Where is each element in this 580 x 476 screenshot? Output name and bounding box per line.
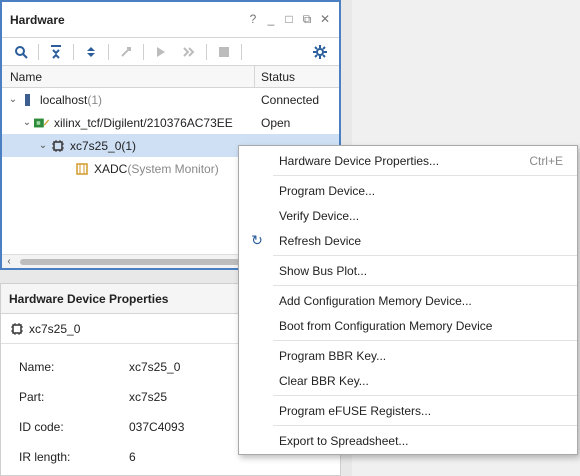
menu-item-program-device[interactable]: Program Device... <box>239 178 577 203</box>
tree-row-localhost[interactable]: ⌄ localhost (1) Connected <box>2 88 339 111</box>
help-icon[interactable]: ? <box>247 12 259 27</box>
context-menu: Hardware Device Properties... Ctrl+E Pro… <box>238 145 578 455</box>
hardware-panel-title: Hardware <box>10 12 65 27</box>
menu-item-hardware-device-properties[interactable]: Hardware Device Properties... Ctrl+E <box>239 148 577 173</box>
property-value: 037C4093 <box>129 420 185 434</box>
refresh-icon: ↻ <box>251 232 263 248</box>
toolbar-separator <box>73 43 74 60</box>
stop-icon[interactable] <box>211 41 237 63</box>
menu-separator <box>273 395 577 396</box>
auto-connect-icon[interactable] <box>113 41 139 63</box>
xadc-icon <box>74 162 90 176</box>
tree-row-target[interactable]: ⌄ xilinx_tcf/Digilent/210376AC73EE Open <box>2 111 339 134</box>
collapse-all-icon[interactable] <box>43 41 69 63</box>
hardware-panel-header: Hardware ? _ □ ⧉ ✕ <box>2 2 339 38</box>
chip-icon <box>9 322 25 336</box>
panel-header-icons: ? _ □ ⧉ ✕ <box>247 12 331 27</box>
tree-row-count: (1) <box>121 138 137 153</box>
menu-separator <box>273 255 577 256</box>
tree-column-headers: Name Status <box>2 66 339 88</box>
property-value: 6 <box>129 450 136 464</box>
tree-row-label: xilinx_tcf/Digilent/210376AC73EE <box>54 115 233 130</box>
menu-item-refresh-device[interactable]: ↻ Refresh Device <box>239 228 577 253</box>
menu-item-boot-from-config-memory[interactable]: Boot from Configuration Memory Device <box>239 313 577 338</box>
menu-item-show-bus-plot[interactable]: Show Bus Plot... <box>239 258 577 283</box>
properties-device-name: xc7s25_0 <box>29 321 81 336</box>
chevron-down-icon[interactable]: ⌄ <box>36 140 50 151</box>
toolbar-separator <box>38 43 39 60</box>
property-key: IR length: <box>19 450 71 464</box>
menu-item-program-efuse[interactable]: Program eFUSE Registers... <box>239 398 577 423</box>
tree-row-label: localhost <box>40 92 88 107</box>
property-value: xc7s25_0 <box>129 360 181 374</box>
toolbar-separator <box>143 43 144 60</box>
tree-row-suffix: (System Monitor) <box>127 161 219 176</box>
expand-all-icon[interactable] <box>78 41 104 63</box>
property-value: xc7s25 <box>129 390 168 404</box>
menu-separator <box>273 285 577 286</box>
property-key: ID code: <box>19 420 64 434</box>
float-icon[interactable]: ⧉ <box>301 12 313 27</box>
menu-separator <box>273 340 577 341</box>
server-icon <box>20 93 36 107</box>
tree-row-label: XADC <box>94 161 128 176</box>
property-key: Part: <box>19 390 45 404</box>
scroll-left-icon[interactable]: ‹ <box>2 256 16 267</box>
toolbar-separator <box>241 43 242 60</box>
minimize-icon[interactable]: _ <box>265 12 277 27</box>
close-icon[interactable]: ✕ <box>319 12 331 27</box>
menu-item-program-bbr-key[interactable]: Program BBR Key... <box>239 343 577 368</box>
tree-row-status: Connected <box>261 92 320 107</box>
menu-item-add-config-memory[interactable]: Add Configuration Memory Device... <box>239 288 577 313</box>
column-header-name[interactable]: Name <box>2 66 255 87</box>
run-icon[interactable] <box>148 41 174 63</box>
toolbar-separator <box>206 43 207 60</box>
scrollbar-thumb[interactable] <box>20 258 250 265</box>
menu-item-clear-bbr-key[interactable]: Clear BBR Key... <box>239 368 577 393</box>
tree-row-count: (1) <box>87 92 103 107</box>
menu-item-verify-device[interactable]: Verify Device... <box>239 203 577 228</box>
search-icon[interactable] <box>8 41 34 63</box>
tree-row-label: xc7s25_0 <box>70 138 122 153</box>
maximize-icon[interactable]: □ <box>283 12 295 27</box>
fast-forward-icon[interactable] <box>176 41 202 63</box>
toolbar-separator <box>108 43 109 60</box>
chip-icon <box>50 139 66 153</box>
column-header-status[interactable]: Status <box>255 66 339 87</box>
menu-separator <box>273 175 577 176</box>
chevron-down-icon[interactable]: ⌄ <box>20 117 34 128</box>
board-icon <box>34 116 50 130</box>
chevron-down-icon[interactable]: ⌄ <box>6 94 20 105</box>
menu-item-export-spreadsheet[interactable]: Export to Spreadsheet... <box>239 428 577 453</box>
tree-row-status: Open <box>261 115 291 130</box>
menu-shortcut: Ctrl+E <box>529 153 563 168</box>
property-key: Name: <box>19 360 55 374</box>
settings-icon[interactable] <box>307 41 333 63</box>
menu-separator <box>273 425 577 426</box>
hardware-toolbar <box>2 38 339 66</box>
